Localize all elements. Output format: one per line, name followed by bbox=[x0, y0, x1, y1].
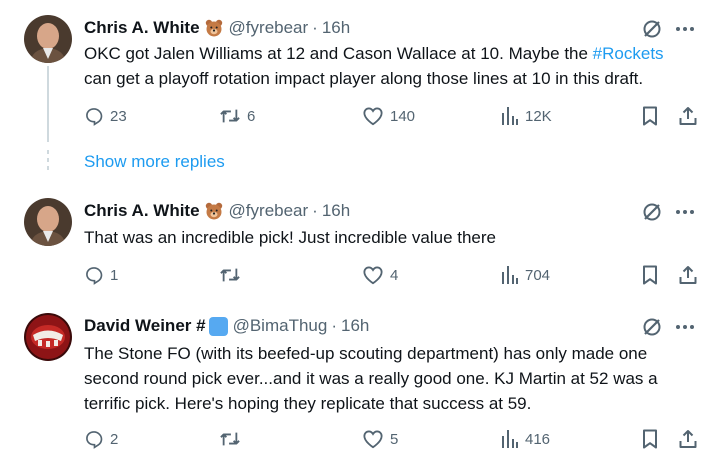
repost-icon bbox=[220, 432, 240, 446]
like-count: 5 bbox=[390, 430, 399, 448]
like-icon bbox=[363, 430, 383, 449]
share-icon bbox=[679, 107, 697, 125]
author-name[interactable]: David Weiner # bbox=[84, 316, 206, 336]
author-name[interactable]: Chris A. White bbox=[84, 201, 200, 221]
views-icon bbox=[502, 430, 518, 448]
tweet-text-part: OKC got Jalen Williams at 12 and Cason W… bbox=[84, 44, 593, 63]
tweet[interactable]: Chris A. White @fyrebear · 16h That was … bbox=[0, 185, 713, 300]
bookmark-button[interactable] bbox=[641, 264, 659, 286]
repost-button[interactable]: 6 bbox=[219, 105, 255, 127]
tweet-text: The Stone FO (with its beefed-up scoutin… bbox=[84, 341, 699, 416]
more-icon[interactable] bbox=[673, 316, 697, 338]
reply-icon bbox=[86, 267, 103, 285]
author-handle[interactable]: @fyrebear bbox=[229, 18, 309, 38]
teddy-bear-emoji-icon bbox=[204, 201, 224, 221]
action-bar: 23 6 140 12K bbox=[84, 105, 700, 127]
like-count: 4 bbox=[390, 266, 399, 284]
share-icon bbox=[679, 266, 697, 284]
more-icon[interactable] bbox=[673, 201, 697, 223]
bookmark-icon bbox=[643, 429, 657, 449]
separator-dot: · bbox=[312, 201, 318, 220]
like-button[interactable]: 140 bbox=[362, 105, 415, 127]
author-name[interactable]: Chris A. White bbox=[84, 18, 200, 38]
timestamp[interactable]: 16h bbox=[322, 201, 350, 221]
share-button[interactable] bbox=[678, 428, 698, 450]
grok-icon[interactable] bbox=[641, 201, 663, 223]
views-count: 704 bbox=[525, 266, 551, 284]
author-handle[interactable]: @fyrebear bbox=[229, 201, 309, 221]
grok-icon[interactable] bbox=[641, 18, 663, 40]
share-button[interactable] bbox=[678, 264, 698, 286]
tweet-text: OKC got Jalen Williams at 12 and Cason W… bbox=[84, 41, 699, 91]
repost-count: 6 bbox=[247, 107, 256, 125]
views-button[interactable]: 12K bbox=[501, 105, 552, 127]
bookmark-icon bbox=[643, 265, 657, 285]
tweet-header: David Weiner # @BimaThug · 16h bbox=[84, 315, 369, 337]
tweet[interactable]: Chris A. White @fyrebear · 16h OKC got J… bbox=[0, 0, 713, 142]
repost-icon bbox=[220, 268, 240, 282]
views-count: 416 bbox=[525, 430, 551, 448]
show-more-replies-link[interactable]: Show more replies bbox=[84, 152, 225, 172]
like-button[interactable]: 4 bbox=[362, 264, 398, 286]
avatar[interactable] bbox=[24, 15, 72, 63]
reply-button[interactable]: 23 bbox=[84, 105, 127, 127]
tweet-header: Chris A. White @fyrebear · 16h bbox=[84, 200, 350, 222]
tweet-text-line: second round pick ever...and it was a re… bbox=[84, 369, 658, 388]
separator-dot: · bbox=[331, 316, 337, 335]
separator-dot: · bbox=[312, 18, 318, 37]
bookmark-button[interactable] bbox=[641, 105, 659, 127]
more-icon[interactable] bbox=[673, 18, 697, 40]
grok-icon[interactable] bbox=[641, 316, 663, 338]
views-button[interactable]: 704 bbox=[501, 264, 550, 286]
reply-count: 1 bbox=[110, 266, 119, 284]
bookmark-button[interactable] bbox=[641, 428, 659, 450]
like-count: 140 bbox=[390, 107, 416, 125]
tweet-text: That was an incredible pick! Just incred… bbox=[84, 225, 699, 250]
tweet-text-line: That was an incredible pick! Just incred… bbox=[84, 228, 496, 247]
bookmark-icon bbox=[643, 106, 657, 126]
timestamp[interactable]: 16h bbox=[322, 18, 350, 38]
like-icon bbox=[363, 266, 383, 285]
timestamp[interactable]: 16h bbox=[341, 316, 369, 336]
action-bar: 1 4 704 bbox=[84, 264, 700, 286]
views-icon bbox=[502, 107, 518, 125]
repost-button[interactable] bbox=[219, 428, 247, 450]
author-handle[interactable]: @BimaThug bbox=[233, 316, 328, 336]
like-icon bbox=[363, 107, 383, 126]
teddy-bear-emoji-icon bbox=[204, 18, 224, 38]
tweet-header: Chris A. White @fyrebear · 16h bbox=[84, 17, 350, 39]
views-icon bbox=[502, 266, 518, 284]
hashtag-link[interactable]: #Rockets bbox=[593, 44, 664, 63]
avatar[interactable] bbox=[24, 198, 72, 246]
views-button[interactable]: 416 bbox=[501, 428, 550, 450]
tweet[interactable]: David Weiner # @BimaThug · 16h The Stone… bbox=[0, 300, 713, 469]
share-icon bbox=[679, 430, 697, 448]
blue-square-emoji-icon bbox=[208, 316, 228, 336]
reply-icon bbox=[86, 108, 103, 126]
like-button[interactable]: 5 bbox=[362, 428, 398, 450]
views-count: 12K bbox=[525, 107, 552, 125]
share-button[interactable] bbox=[678, 105, 698, 127]
action-bar: 2 5 416 bbox=[84, 428, 700, 450]
reply-icon bbox=[86, 431, 103, 449]
reply-count: 23 bbox=[110, 107, 127, 125]
tweet-text-line: can get a playoff rotation impact player… bbox=[84, 69, 644, 88]
repost-button[interactable] bbox=[219, 264, 247, 286]
thread-dots bbox=[47, 150, 49, 174]
reply-count: 2 bbox=[110, 430, 119, 448]
reply-button[interactable]: 2 bbox=[84, 428, 118, 450]
repost-icon bbox=[220, 109, 240, 123]
avatar[interactable] bbox=[24, 313, 72, 361]
tweet-text-line: The Stone FO (with its beefed-up scoutin… bbox=[84, 344, 648, 363]
reply-button[interactable]: 1 bbox=[84, 264, 118, 286]
tweet-text-line: terrific pick. Here's hoping they replic… bbox=[84, 394, 532, 413]
